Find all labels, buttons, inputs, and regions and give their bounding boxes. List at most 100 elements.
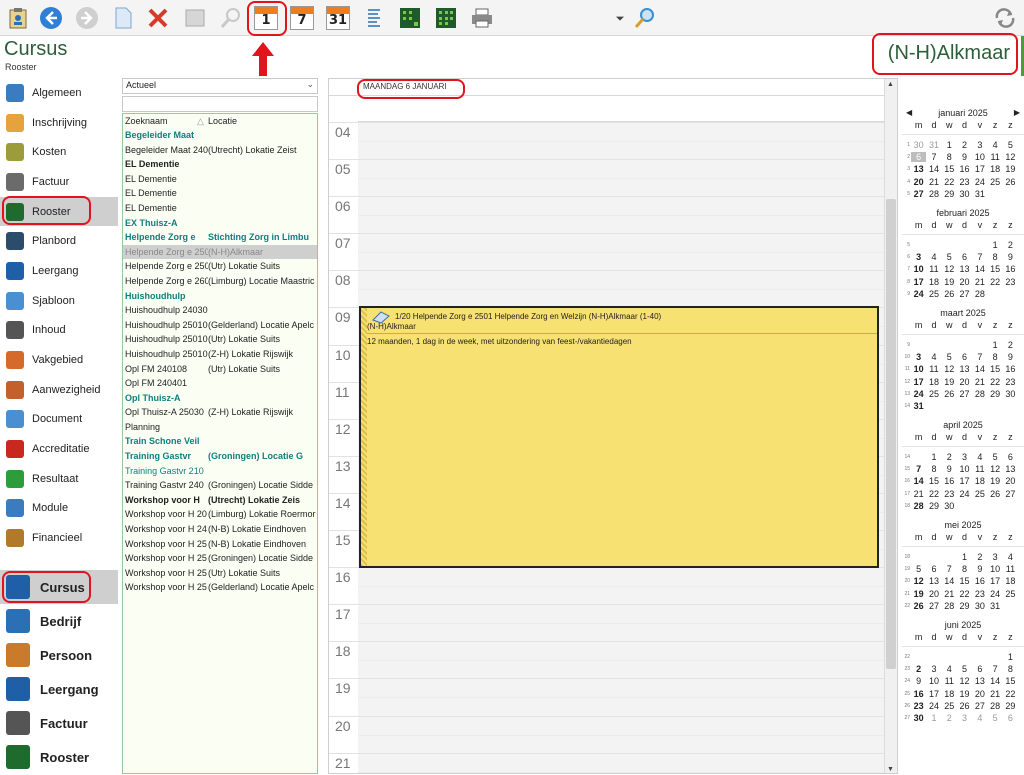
day-cell[interactable]: 21	[987, 689, 1002, 699]
sidebar-item-inhoud[interactable]: Inhoud	[0, 316, 118, 346]
search-input[interactable]	[122, 96, 318, 112]
list-item[interactable]: Huishoudhulp 25010 (Gelderland) Locatie A…	[123, 318, 317, 333]
day-cell[interactable]: 28	[972, 389, 987, 399]
day-cell[interactable]: 2	[1003, 340, 1018, 350]
day-cell[interactable]: 29	[942, 189, 957, 199]
day-cell[interactable]: 29	[957, 601, 972, 611]
list-item[interactable]: Huishoudhulp	[123, 289, 317, 304]
day-cell[interactable]: 16	[972, 576, 987, 586]
sidebar-item-sjabloon[interactable]: Sjabloon	[0, 286, 118, 316]
list-item[interactable]: Helpende Zorg e 250 (N-H)Alkmaar	[123, 244, 317, 260]
week-view-icon[interactable]: 7	[289, 5, 315, 31]
module-persoon[interactable]: Persoon	[0, 638, 118, 672]
hour-slot[interactable]	[358, 159, 885, 197]
sidebar-item-inschrijving[interactable]: Inschrijving	[0, 108, 118, 138]
day-cell[interactable]: 26	[942, 289, 957, 299]
day-cell[interactable]: 1	[942, 140, 957, 150]
day-cell[interactable]: 5	[987, 452, 1002, 462]
day-cell[interactable]: 8	[987, 252, 1002, 262]
hour-slot[interactable]	[358, 270, 885, 308]
day-cell[interactable]: 12	[942, 364, 957, 374]
day-cell[interactable]: 14	[972, 364, 987, 374]
module-rooster[interactable]: Rooster	[0, 740, 118, 774]
day-cell[interactable]: 4	[987, 140, 1002, 150]
day-cell[interactable]: 18	[1003, 576, 1018, 586]
day-cell[interactable]: 29	[1003, 701, 1018, 711]
day-cell[interactable]: 11	[926, 264, 941, 274]
day-cell[interactable]: 23	[911, 701, 926, 711]
day-cell[interactable]: 27	[1003, 489, 1018, 499]
list-item[interactable]: Huishoudhulp 25010 (Z-H) Lokatie Rijswijk	[123, 347, 317, 362]
day-cell[interactable]: 22	[957, 589, 972, 599]
day-cell[interactable]: 31	[926, 140, 941, 150]
day-cell[interactable]: 12	[1003, 152, 1018, 162]
sidebar-item-kosten[interactable]: Kosten	[0, 137, 118, 167]
day-cell[interactable]: 5	[957, 664, 972, 674]
day-cell[interactable]: 24	[926, 701, 941, 711]
day-cell[interactable]: 2	[911, 664, 926, 674]
day-cell[interactable]: 30	[972, 601, 987, 611]
day-cell[interactable]: 8	[1003, 664, 1018, 674]
list-item[interactable]: Workshop voor H 20 (Limburg) Lokatie Roer…	[123, 507, 317, 522]
day-cell[interactable]: 11	[926, 364, 941, 374]
day-cell[interactable]: 16	[942, 476, 957, 486]
column-header-name[interactable]: Zoeknaam	[125, 114, 197, 128]
day-cell[interactable]: 10	[987, 564, 1002, 574]
day-cell[interactable]: 12	[942, 264, 957, 274]
day-cell[interactable]: 26	[1003, 177, 1018, 187]
day-cell[interactable]: 10	[911, 364, 926, 374]
list-view-icon[interactable]	[361, 5, 387, 31]
day-cell[interactable]: 4	[942, 664, 957, 674]
day-cell[interactable]: 9	[911, 676, 926, 686]
day-cell[interactable]: 12	[987, 464, 1002, 474]
hour-slot[interactable]	[358, 604, 885, 642]
day-cell[interactable]: 1	[926, 452, 941, 462]
day-cell[interactable]: 17	[926, 689, 941, 699]
day-cell[interactable]: 25	[1003, 589, 1018, 599]
day-cell[interactable]: 24	[911, 389, 926, 399]
day-cell[interactable]: 18	[972, 476, 987, 486]
day-cell[interactable]: 20	[911, 177, 926, 187]
day-cell[interactable]: 3	[987, 552, 1002, 562]
day-cell[interactable]: 18	[942, 689, 957, 699]
list-item[interactable]: Workshop voor H 25 (Groningen) Locatie Si…	[123, 551, 317, 566]
day-cell[interactable]: 4	[926, 352, 941, 362]
day-cell[interactable]: 21	[972, 277, 987, 287]
hour-slot[interactable]	[358, 715, 885, 753]
list-item[interactable]: Training Gastvr 240 (Groningen) Locatie S…	[123, 478, 317, 493]
day-cell[interactable]: 16	[957, 164, 972, 174]
day-cell[interactable]: 4	[972, 452, 987, 462]
day-cell[interactable]: 13	[1003, 464, 1018, 474]
list-item[interactable]: EL Dementie	[123, 172, 317, 187]
day-cell[interactable]: 6	[957, 252, 972, 262]
day-cell[interactable]: 3	[972, 140, 987, 150]
list-item[interactable]: Workshop voor H 25 (Utr) Lokatie Suits	[123, 566, 317, 581]
day-cell[interactable]: 28	[926, 189, 941, 199]
day-cell[interactable]: 2	[957, 140, 972, 150]
day-cell[interactable]: 29	[987, 389, 1002, 399]
day-cell[interactable]: 21	[911, 489, 926, 499]
module-factuur[interactable]: Factuur	[0, 706, 118, 740]
sidebar-item-vakgebied[interactable]: Vakgebied	[0, 345, 118, 375]
day-cell[interactable]: 6	[926, 564, 941, 574]
hour-slot[interactable]	[358, 678, 885, 716]
day-cell[interactable]: 22	[987, 377, 1002, 387]
list-item[interactable]: Planning	[123, 420, 317, 435]
day-cell[interactable]: 11	[942, 676, 957, 686]
day-cell[interactable]: 12	[911, 576, 926, 586]
list-item[interactable]: Training Gastvr (Groningen) Locatie G	[123, 449, 317, 464]
day-cell[interactable]: 15	[987, 364, 1002, 374]
day-cell[interactable]: 13	[926, 576, 941, 586]
module-bedrijf[interactable]: Bedrijf	[0, 604, 118, 638]
day-cell[interactable]: 23	[942, 489, 957, 499]
day-cell[interactable]: 5	[987, 713, 1002, 723]
day-cell[interactable]: 8	[987, 352, 1002, 362]
day-cell[interactable]: 2	[942, 713, 957, 723]
day-cell[interactable]: 23	[957, 177, 972, 187]
day-cell[interactable]: 23	[1003, 277, 1018, 287]
list-item[interactable]: Huishoudhulp 24030	[123, 303, 317, 318]
hour-slot[interactable]	[358, 641, 885, 679]
day-cell[interactable]: 25	[926, 289, 941, 299]
list-item[interactable]: Helpende Zorg e 250 (Utr) Lokatie Suits	[123, 259, 317, 274]
scroll-down-icon[interactable]: ▼	[887, 766, 894, 773]
